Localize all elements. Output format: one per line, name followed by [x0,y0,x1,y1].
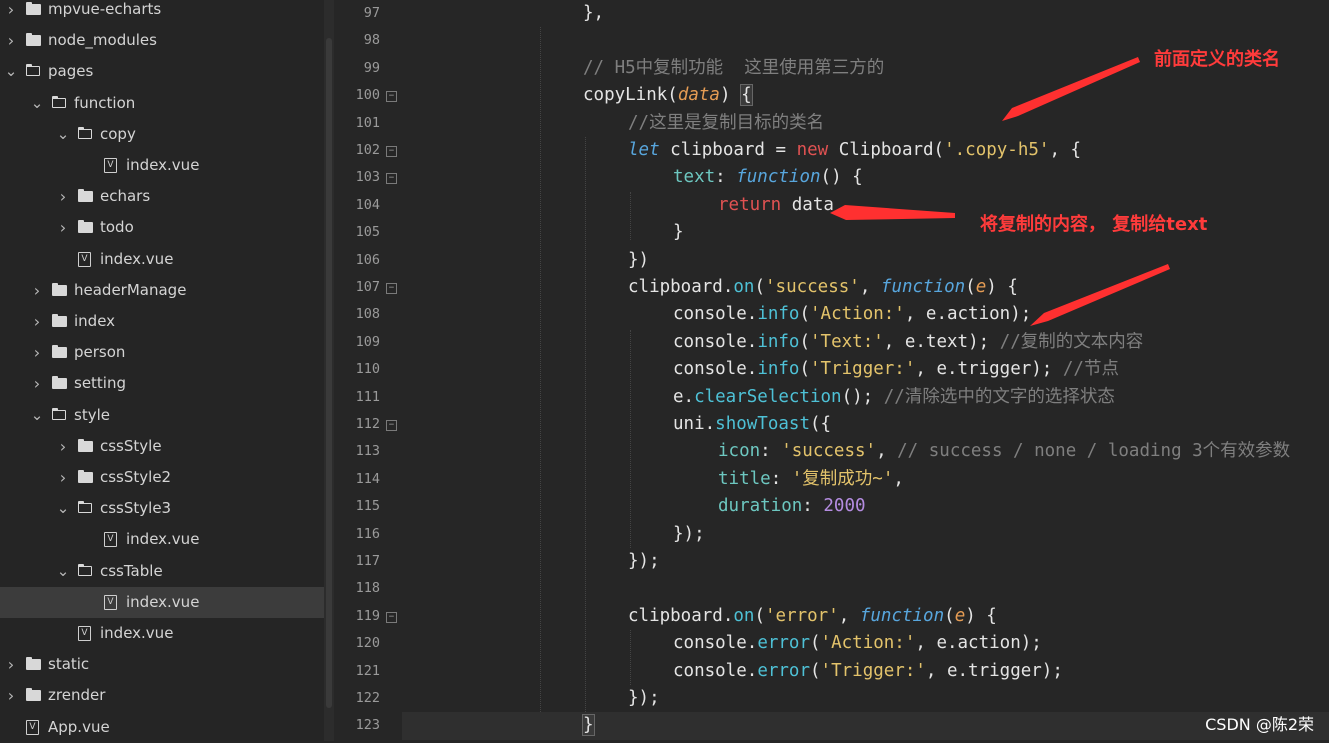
arrow-to-console-info [1030,264,1170,326]
annotation-copy-to-text: 将复制的内容， 复制给text [980,214,1208,235]
arrow-to-class-name [1002,57,1140,121]
annotation-arrows [830,57,1170,326]
annotation-class-name: 前面定义的类名 [1154,49,1280,70]
arrow-to-return-data [830,205,955,220]
watermark: CSDN @陈2荣 [1205,715,1314,734]
